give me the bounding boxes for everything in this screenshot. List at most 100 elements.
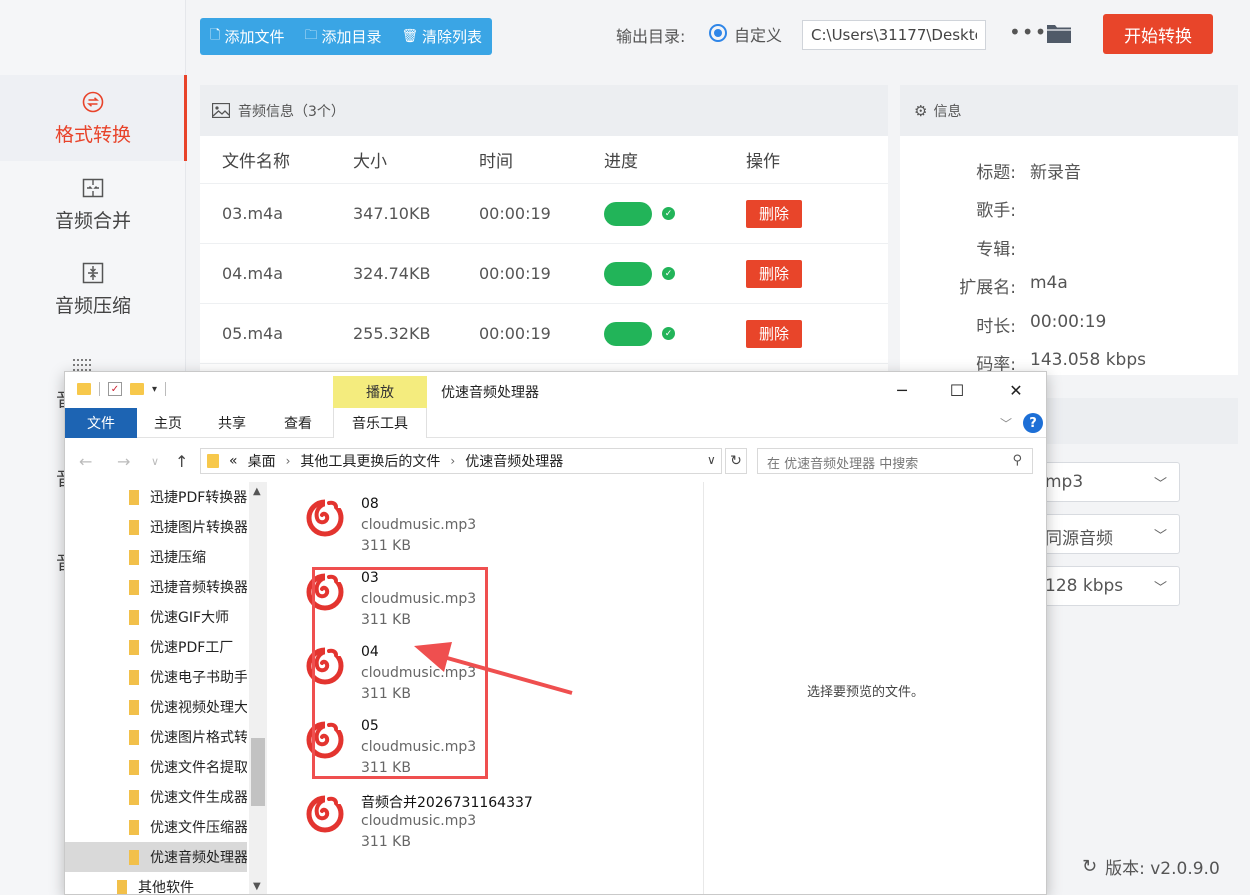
tree-item[interactable]: 优速PDF工厂 bbox=[65, 632, 247, 662]
bitrate-select[interactable]: 128 kbps ﹀ bbox=[1030, 566, 1180, 606]
up-arrow-icon[interactable]: ↑ bbox=[175, 452, 188, 471]
custom-radio[interactable] bbox=[709, 24, 727, 42]
table-row[interactable]: 04.m4a 324.74KB 00:00:19 ✓ 删除 bbox=[200, 244, 888, 304]
maximize-icon[interactable]: ☐ bbox=[934, 378, 980, 402]
folder-icon bbox=[207, 454, 219, 468]
folder-icon bbox=[129, 699, 139, 715]
action-cell: 删除 bbox=[746, 199, 888, 228]
list-item[interactable]: 04 cloudmusic.mp3 311 KB bbox=[283, 630, 703, 704]
scroll-thumb[interactable] bbox=[251, 738, 265, 806]
col-size: 大小 bbox=[353, 152, 387, 172]
close-icon[interactable]: ✕ bbox=[993, 378, 1039, 402]
help-icon[interactable]: ? bbox=[1023, 413, 1043, 433]
delete-button[interactable]: 删除 bbox=[746, 319, 802, 348]
file-actions-group: 🗋 添加文件 🗀 添加目录 🗑 清除列表 bbox=[200, 18, 493, 55]
netease-music-icon bbox=[306, 720, 345, 759]
info-title: 信息 bbox=[933, 103, 962, 120]
info-key: 歌手: bbox=[976, 201, 1016, 221]
folder-outline-icon: 🗀 bbox=[304, 27, 318, 43]
add-directory-button[interactable]: 🗀 添加目录 bbox=[304, 26, 381, 48]
action-cell: 删除 bbox=[746, 319, 888, 348]
navigation-tree: 迅捷PDF转换器 迅捷图片转换器 迅捷压缩 迅捷音频转换器 优速GIF大师 优速… bbox=[65, 482, 267, 894]
progress-bar bbox=[604, 321, 652, 346]
progress-cell: ✓ bbox=[604, 321, 746, 346]
breadcrumb-desktop[interactable]: 桌面 bbox=[248, 451, 276, 471]
list-item[interactable]: 08 cloudmusic.mp3 311 KB bbox=[283, 482, 703, 556]
tree-item[interactable]: 优速GIF大师 bbox=[65, 602, 247, 632]
output-path-input[interactable] bbox=[802, 20, 986, 50]
tree-item[interactable]: 优速文件名提取器 bbox=[65, 752, 247, 782]
recent-chevron-icon[interactable]: ∨ bbox=[151, 455, 159, 468]
tree-item[interactable]: 优速电子书助手 bbox=[65, 662, 247, 692]
list-item[interactable]: 03 cloudmusic.mp3 311 KB bbox=[283, 556, 703, 630]
table-row[interactable]: 05.m4a 255.32KB 00:00:19 ✓ 删除 bbox=[200, 304, 888, 364]
list-item[interactable]: 音频合并2026731164337 cloudmusic.mp3 311 KB bbox=[283, 778, 703, 852]
scroll-down-icon[interactable]: ▼ bbox=[253, 881, 261, 892]
back-arrow-icon[interactable]: ← bbox=[79, 452, 92, 471]
version-label[interactable]: ↻ 版本: v2.0.9.0 bbox=[1082, 854, 1220, 879]
file-size: 324.74KB bbox=[353, 264, 431, 283]
tree-item[interactable]: 迅捷图片转换器 bbox=[65, 512, 247, 542]
tree-item[interactable]: 迅捷压缩 bbox=[65, 542, 247, 572]
compress-icon bbox=[81, 261, 105, 285]
ribbon-tabs: 文件 主页 共享 查看 音乐工具 bbox=[65, 408, 1046, 438]
browse-more-button[interactable]: ••• bbox=[1009, 20, 1047, 44]
merge-icon bbox=[81, 176, 105, 200]
chevron-down-icon: ﹀ bbox=[1153, 581, 1167, 596]
format-select[interactable]: mp3 ﹀ bbox=[1030, 462, 1180, 502]
start-convert-button[interactable]: 开始转换 bbox=[1103, 14, 1213, 54]
scroll-up-icon[interactable]: ▲ bbox=[253, 486, 261, 497]
address-bar[interactable]: « 桌面 › 其他工具更换后的文件 › 优速音频处理器 bbox=[200, 448, 722, 474]
quick-access-toolbar: ✓ ▾ bbox=[77, 382, 167, 396]
channel-select[interactable]: 同源音频 ﹀ bbox=[1030, 514, 1180, 554]
tree-item[interactable]: 迅捷音频转换器 bbox=[65, 572, 247, 602]
tree-item[interactable]: 优速文件压缩器 bbox=[65, 812, 247, 842]
tab-music-tools[interactable]: 音乐工具 bbox=[333, 408, 427, 438]
sidebar-item-audio-compress[interactable]: 音频压缩 bbox=[0, 246, 186, 332]
tree-item[interactable]: 优速图片格式转换器 bbox=[65, 722, 247, 752]
tab-file[interactable]: 文件 bbox=[65, 408, 137, 438]
clear-list-button[interactable]: 🗑 清除列表 bbox=[402, 26, 483, 47]
bitrate-select-value: 128 kbps bbox=[1045, 576, 1124, 596]
tree-item[interactable]: 迅捷PDF转换器 bbox=[65, 482, 247, 512]
file-size: 311 KB bbox=[361, 686, 411, 702]
properties-check-icon[interactable]: ✓ bbox=[108, 382, 122, 396]
tab-view[interactable]: 查看 bbox=[265, 408, 331, 438]
minimize-icon[interactable]: ─ bbox=[879, 378, 925, 402]
customize-toolbar-icon[interactable]: ▾ bbox=[152, 384, 157, 395]
sidebar-item-format-convert[interactable]: 格式转换 bbox=[0, 75, 187, 161]
tree-item-selected[interactable]: 优速音频处理器 bbox=[65, 842, 247, 872]
add-file-button[interactable]: 🗋 添加文件 bbox=[210, 26, 284, 48]
breadcrumb-current[interactable]: 优速音频处理器 bbox=[465, 451, 563, 471]
address-bar-row: ← → ∨ ↑ « 桌面 › 其他工具更换后的文件 › 优速音频处理器 ∨ ↻ … bbox=[65, 446, 1046, 478]
breadcrumb-other-tools[interactable]: 其他工具更换后的文件 bbox=[300, 451, 440, 471]
tab-share[interactable]: 共享 bbox=[199, 408, 265, 438]
add-directory-label: 添加目录 bbox=[321, 28, 382, 46]
tab-home[interactable]: 主页 bbox=[137, 408, 199, 438]
refresh-icon[interactable]: ↻ bbox=[725, 448, 747, 474]
tree-item[interactable]: 优速视频处理大师 bbox=[65, 692, 247, 722]
breadcrumb-overflow[interactable]: « bbox=[229, 453, 238, 469]
delete-button[interactable]: 删除 bbox=[746, 199, 802, 228]
table-row[interactable]: 03.m4a 347.10KB 00:00:19 ✓ 删除 bbox=[200, 184, 888, 244]
tree-item[interactable]: 优速文件生成器 bbox=[65, 782, 247, 812]
breadcrumb-separator-icon: › bbox=[450, 454, 456, 468]
search-input[interactable]: 在 优速音频处理器 中搜索 ⚲ bbox=[757, 448, 1033, 474]
sidebar-item-audio-merge[interactable]: 音频合并 bbox=[0, 161, 186, 247]
new-folder-icon[interactable] bbox=[130, 383, 144, 395]
custom-radio-label[interactable]: 自定义 bbox=[734, 22, 782, 46]
context-tab-play[interactable]: 播放 bbox=[333, 376, 427, 408]
forward-arrow-icon[interactable]: → bbox=[117, 452, 130, 471]
tree-item[interactable]: 其他软件 bbox=[65, 872, 247, 894]
tree-scrollbar[interactable]: ▲ ▼ bbox=[249, 482, 267, 894]
delete-button[interactable]: 删除 bbox=[746, 259, 802, 288]
table-header: 文件名称 大小 时间 进度 操作 bbox=[200, 136, 888, 184]
open-folder-icon[interactable] bbox=[1046, 22, 1072, 44]
list-item[interactable]: 05 cloudmusic.mp3 311 KB bbox=[283, 704, 703, 778]
tree-item-label: 优速图片格式转换器 bbox=[150, 730, 247, 746]
tree-item-label: 优速文件压缩器 bbox=[150, 820, 247, 836]
expand-ribbon-icon[interactable]: ﹀ bbox=[1000, 415, 1012, 432]
preview-divider bbox=[703, 482, 704, 894]
folder-icon bbox=[129, 639, 139, 655]
address-dropdown-icon[interactable]: ∨ bbox=[707, 453, 716, 467]
